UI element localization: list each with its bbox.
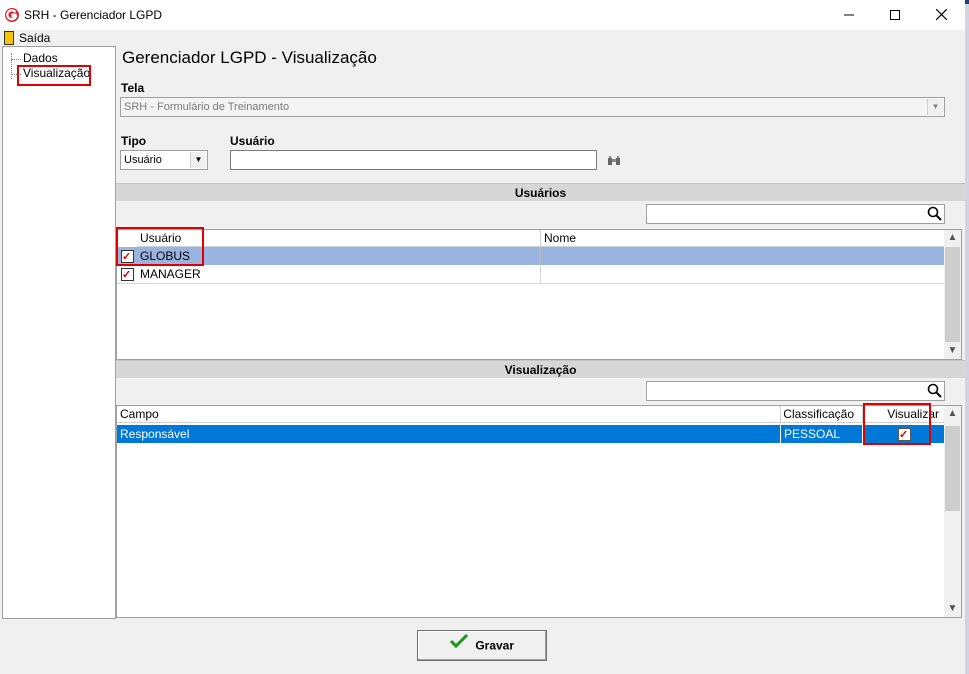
menu-item-exit[interactable]: Saída — [19, 31, 50, 45]
usuario-label: Usuário — [230, 134, 275, 148]
tree-item-dados[interactable]: Dados — [23, 51, 58, 65]
table-row[interactable]: ✓ GLOBUS — [117, 247, 945, 265]
column-header-classificacao[interactable]: Classificação — [781, 406, 863, 423]
table-row[interactable]: Responsável PESSOAL ✓ — [117, 425, 945, 443]
scrollbar-thumb[interactable] — [945, 247, 960, 342]
table-row[interactable]: ✓ MANAGER — [117, 265, 945, 284]
usuarios-section-header: Usuários — [116, 183, 965, 201]
visualizacao-grid: Campo Classificação Visualizar Responsáv… — [116, 405, 962, 618]
visualizacao-section-header: Visualização — [116, 360, 965, 378]
tela-label: Tela — [121, 81, 145, 95]
binoculars-search-icon[interactable] — [607, 155, 621, 167]
visualizacao-search-input[interactable] — [646, 381, 945, 401]
tela-select-value: SRH - Formulário de Treinamento — [124, 101, 290, 113]
cell-nome — [541, 247, 945, 265]
tree-connector — [11, 59, 21, 60]
navigation-tree: Dados Visualização — [2, 46, 116, 619]
save-button[interactable]: Gravar — [417, 630, 547, 661]
checkmark-icon — [449, 631, 469, 660]
column-header-campo[interactable]: Campo — [117, 406, 781, 423]
cell-campo: Responsável — [117, 425, 781, 443]
column-header-nome[interactable]: Nome — [541, 230, 945, 247]
minimize-button[interactable] — [826, 0, 872, 30]
tree-connector — [11, 53, 12, 79]
app-logo-icon — [4, 7, 20, 23]
search-icon[interactable] — [927, 206, 943, 222]
cell-classificacao: PESSOAL — [781, 425, 863, 443]
usuarios-grid: Usuário Nome ✓ GLOBUS ✓ MANAGER ▲ ▼ — [116, 229, 962, 360]
scrollbar-thumb[interactable] — [945, 426, 960, 511]
scroll-up-icon[interactable]: ▲ — [944, 230, 961, 246]
tela-select[interactable]: SRH - Formulário de Treinamento ▼ — [120, 97, 945, 117]
close-button[interactable] — [918, 0, 964, 30]
chevron-down-icon: ▼ — [190, 152, 206, 168]
usuarios-scrollbar[interactable]: ▲ ▼ — [944, 230, 961, 359]
scroll-up-icon[interactable]: ▲ — [944, 406, 961, 422]
cell-usuario: MANAGER — [137, 265, 541, 283]
scroll-down-icon[interactable]: ▼ — [944, 601, 961, 617]
search-icon[interactable] — [927, 383, 943, 399]
save-button-label: Gravar — [475, 638, 515, 653]
window-title: SRH - Gerenciador LGPD — [24, 8, 163, 22]
usuarios-search-input[interactable] — [646, 204, 945, 224]
chevron-down-icon: ▼ — [927, 99, 943, 115]
maximize-button[interactable] — [872, 0, 918, 30]
annotation-highlight-usuarios — [116, 227, 204, 266]
annotation-highlight-visualizacao — [17, 65, 91, 86]
cell-nome — [541, 265, 945, 283]
visualizacao-scrollbar[interactable]: ▲ ▼ — [944, 406, 961, 617]
annotation-highlight-visualizar — [863, 403, 931, 445]
tipo-select-value: Usuário — [124, 154, 162, 166]
exit-door-icon — [4, 31, 14, 45]
row-checkbox[interactable]: ✓ — [121, 268, 134, 281]
title-bar: SRH - Gerenciador LGPD — [0, 0, 965, 30]
page-title: Gerenciador LGPD - Visualização — [122, 48, 377, 67]
usuario-input[interactable] — [230, 150, 597, 170]
tipo-select[interactable]: Usuário ▼ — [120, 150, 208, 170]
menu-bar: Saída — [0, 30, 965, 46]
tipo-label: Tipo — [121, 134, 147, 148]
background-window-edge — [965, 0, 969, 674]
scroll-down-icon[interactable]: ▼ — [944, 343, 961, 359]
